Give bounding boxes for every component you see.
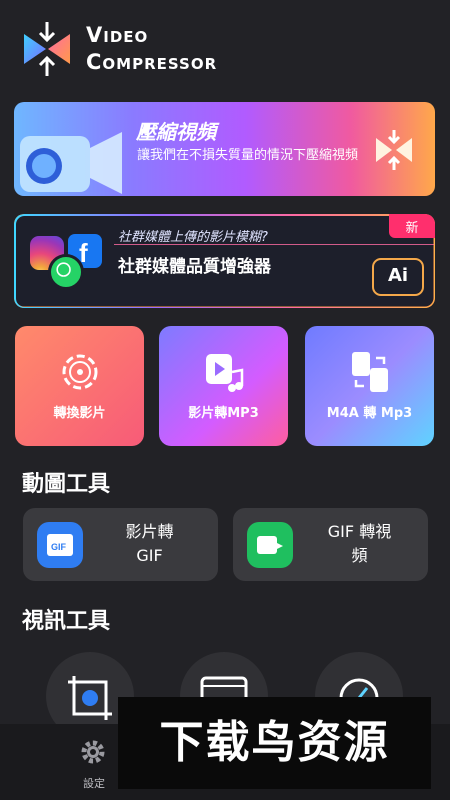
video-music-icon xyxy=(205,354,243,392)
compress-video-banner[interactable]: 壓縮視頻 讓我們在不損失質量的情況下壓縮視頻 xyxy=(14,102,435,196)
gif-to-video-label: GIF 轉視 頻 xyxy=(327,522,392,565)
app-logo xyxy=(24,22,70,76)
ai-label: Ai xyxy=(387,265,409,286)
compress-subtitle: 讓我們在不損失質量的情況下壓縮視頻 xyxy=(137,148,359,163)
gif-to-video-button[interactable]: GIF 轉視 頻 xyxy=(233,508,428,581)
camera-icon xyxy=(20,132,122,194)
svg-text:GIF: GIF xyxy=(51,542,67,552)
compress-arrows-icon xyxy=(376,130,412,170)
card-label: M4A 轉 Mp3 xyxy=(326,406,413,421)
social-title: 社群媒體品質增強器 xyxy=(118,257,271,277)
file-convert-icon xyxy=(351,352,388,392)
watermark-text: 下载鸟资源 xyxy=(159,717,390,768)
compress-title: 壓縮視頻 xyxy=(136,120,216,144)
social-question: 社群媒體上傳的影片模糊? xyxy=(118,230,268,245)
card-label: 影片轉MP3 xyxy=(188,406,259,421)
gif-icon: GIF xyxy=(37,522,83,568)
divider xyxy=(114,244,434,245)
m4a-to-mp3-card[interactable]: M4A 轉 Mp3 xyxy=(305,326,434,446)
gear-icon[interactable] xyxy=(77,736,109,768)
settings-label: 設定 xyxy=(83,777,105,790)
video-to-mp3-card[interactable]: 影片轉MP3 xyxy=(159,326,288,446)
app-title: Video Compressor xyxy=(86,22,217,76)
social-enhancer-banner[interactable]: f 社群媒體上傳的影片模糊? 社群媒體品質增強器 新 Ai xyxy=(14,214,435,308)
whatsapp-icon xyxy=(48,254,84,290)
convert-video-card[interactable]: 轉換影片 xyxy=(15,326,144,446)
film-reel-icon xyxy=(62,354,97,390)
card-label: 轉換影片 xyxy=(53,406,106,421)
video-to-gif-button[interactable]: GIF 影片轉 GIF xyxy=(23,508,218,581)
ai-icon: Ai xyxy=(372,258,424,296)
gif-tools-heading: 動圖工具 xyxy=(22,472,111,497)
app-title-line1: Video xyxy=(86,23,149,47)
watermark-overlay: 下载鸟资源 xyxy=(118,697,431,789)
new-badge: 新 xyxy=(389,214,435,238)
gif-to-video-icon xyxy=(247,522,293,568)
video-to-gif-label: 影片轉 GIF xyxy=(125,522,174,565)
app-title-line2: Compressor xyxy=(86,50,218,74)
video-tools-heading: 視訊工具 xyxy=(22,609,111,634)
